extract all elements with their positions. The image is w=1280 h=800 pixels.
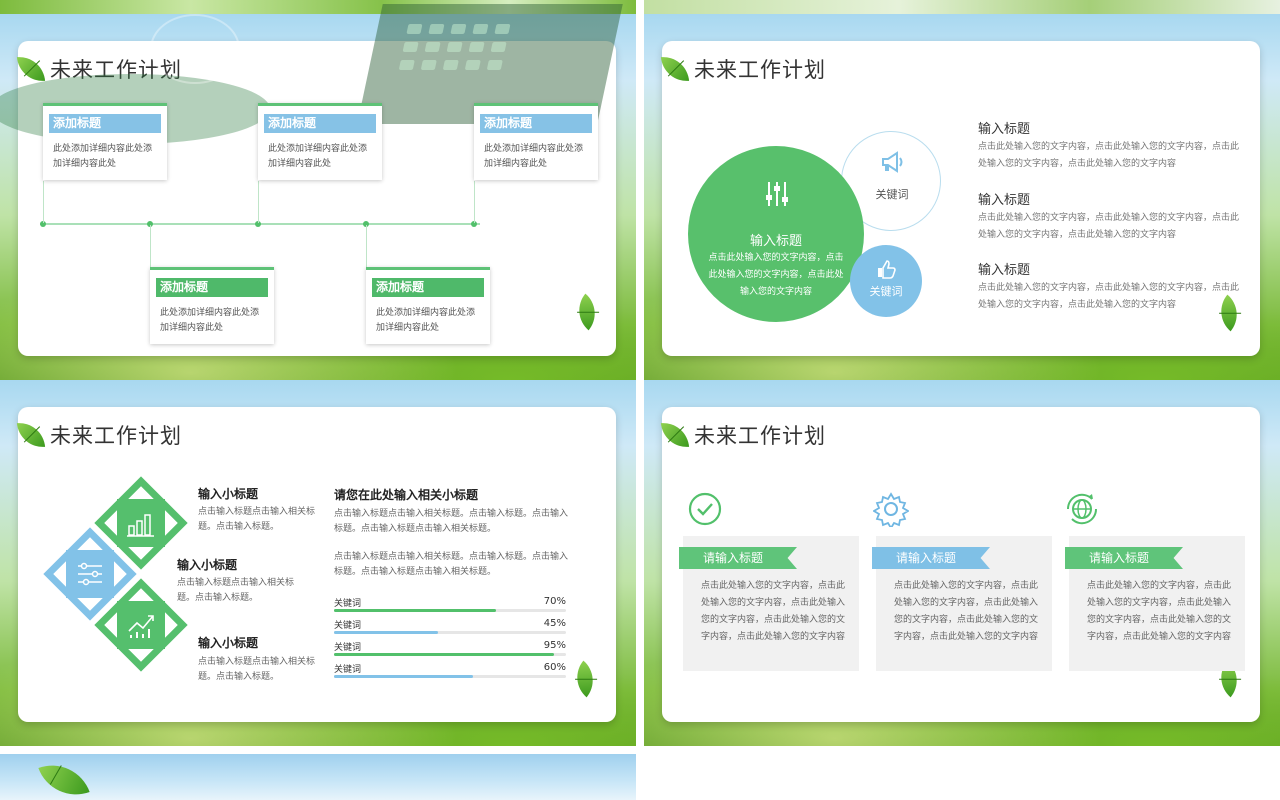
box-text: 此处添加详细内容此处添加详细内容此处 <box>160 308 260 333</box>
slide-grid: 未来工作计划 添加标题 此处添加详细内容此处添加详细内容此处 添加标题 此处添加… <box>0 0 1280 800</box>
progress-track <box>334 653 566 656</box>
timeline-box: 添加标题 此处添加详细内容此处添加详细内容此处 <box>150 267 274 344</box>
card-ribbon: 请输入标题 <box>1065 547 1183 569</box>
timeline-box: 添加标题 此处添加详细内容此处添加详细内容此处 <box>474 103 598 180</box>
text-item: 输入标题 点击此处输入您的文字内容，点击此处输入您的文字内容，点击此处输入您的文… <box>978 259 1242 314</box>
subtitle-text: 点击输入标题点击输入相关标题。点击输入标题。 <box>198 657 316 682</box>
section-paragraph: 点击输入标题点击输入相关标题。点击输入标题。点击输入标题。点击输入标题点击输入相… <box>334 552 569 577</box>
box-text: 此处添加详细内容此处添加详细内容此处 <box>53 144 153 169</box>
progress-row: 关键词 60% <box>334 662 566 675</box>
progress-label: 关键词 <box>334 665 362 675</box>
box-text: 此处添加详细内容此处添加详细内容此处 <box>268 144 368 169</box>
slide-title: 未来工作计划 <box>694 424 826 448</box>
growth-chart-icon <box>128 615 154 638</box>
connector-line <box>366 225 367 269</box>
text-item: 输入标题 点击此处输入您的文字内容，点击此处输入您的文字内容，点击此处输入您的文… <box>978 118 1242 173</box>
item-title: 输入标题 <box>978 122 1031 137</box>
card-ribbon: 请输入标题 <box>679 547 797 569</box>
leaf-icon <box>38 754 90 800</box>
card-text: 点击此处输入您的文字内容，点击此处输入您的文字内容，点击此处输入您的文字内容，点… <box>701 581 846 642</box>
item-text: 点击此处输入您的文字内容，点击此处输入您的文字内容，点击此处输入您的文字内容，点… <box>978 283 1240 310</box>
slide-1-content: 未来工作计划 添加标题 此处添加详细内容此处添加详细内容此处 添加标题 此处添加… <box>0 4 636 380</box>
progress-percent: 45% <box>543 618 566 629</box>
section-paragraph: 点击输入标题点击输入相关标题。点击输入标题。点击输入标题。点击输入标题点击输入相… <box>334 509 569 534</box>
timeline-box: 添加标题 此处添加详细内容此处添加详细内容此处 <box>258 103 382 180</box>
item-text: 点击此处输入您的文字内容，点击此处输入您的文字内容，点击此处输入您的文字内容，点… <box>978 213 1240 240</box>
progress-row: 关键词 70% <box>334 596 566 609</box>
progress-label: 关键词 <box>334 643 362 653</box>
connector-line <box>150 225 151 269</box>
keyword-progress-list: 关键词 70% 关键词 45% 关键词 95% 关键词 60% <box>334 596 566 678</box>
thumbs-up-icon <box>878 260 896 279</box>
progress-track <box>334 631 566 634</box>
item-title: 输入标题 <box>978 193 1031 208</box>
card-text: 点击此处输入您的文字内容，点击此处输入您的文字内容，点击此处输入您的文字内容，点… <box>1087 581 1232 642</box>
sliders-icon <box>78 562 102 586</box>
text-item: 输入标题 点击此处输入您的文字内容，点击此处输入您的文字内容，点击此处输入您的文… <box>978 189 1242 244</box>
progress-percent: 70% <box>543 596 566 607</box>
progress-fill <box>334 675 474 678</box>
box-title: 添加标题 <box>156 278 268 297</box>
card-text: 点击此处输入您的文字内容，点击此处输入您的文字内容，点击此处输入您的文字内容，点… <box>894 581 1039 642</box>
progress-percent: 60% <box>543 662 566 673</box>
progress-fill <box>334 609 497 612</box>
box-text: 此处添加详细内容此处添加详细内容此处 <box>376 308 476 333</box>
keyword-label: 关键词 <box>869 285 903 298</box>
connector-line <box>258 181 259 223</box>
globe-refresh-icon <box>1066 493 1098 525</box>
connector-line <box>474 181 475 223</box>
progress-fill <box>334 653 555 656</box>
check-circle-icon <box>688 492 722 526</box>
progress-row: 关键词 45% <box>334 618 566 631</box>
megaphone-icon <box>882 151 903 173</box>
subtitle-text: 点击输入标题点击输入相关标题。点击输入标题。 <box>198 507 316 532</box>
box-title: 添加标题 <box>264 114 376 133</box>
subtitle-text: 点击输入标题点击输入相关标题。点击输入标题。 <box>177 578 295 603</box>
progress-fill <box>334 631 439 634</box>
main-circle-text: 点击此处输入您的文字内容，点击此处输入您的文字内容，点击此处输入您的文字内容 <box>708 253 844 297</box>
box-title: 添加标题 <box>372 278 484 297</box>
main-circle-title: 输入标题 <box>749 234 802 249</box>
progress-percent: 95% <box>543 640 566 651</box>
keyword-circle: 关键词 <box>850 245 922 317</box>
slide-title: 未来工作计划 <box>50 424 182 448</box>
box-text: 此处添加详细内容此处添加详细内容此处 <box>484 144 584 169</box>
subtitle: 输入小标题 <box>198 636 259 650</box>
section-title: 请您在此处输入相关小标题 <box>334 488 479 502</box>
slide-title: 未来工作计划 <box>694 58 826 82</box>
box-title: 添加标题 <box>480 114 592 133</box>
subtitle: 输入小标题 <box>177 558 238 572</box>
slide-thumbnail-5[interactable] <box>0 754 636 800</box>
timeline-box: 添加标题 此处添加详细内容此处添加详细内容此处 <box>366 267 490 344</box>
progress-track <box>334 609 566 612</box>
box-title: 添加标题 <box>49 114 161 133</box>
gear-icon <box>873 492 909 527</box>
lightbulb-image <box>150 14 240 84</box>
progress-row: 关键词 95% <box>334 640 566 653</box>
item-title: 输入标题 <box>978 263 1031 278</box>
progress-label: 关键词 <box>334 599 362 609</box>
subtitle: 输入小标题 <box>198 487 259 501</box>
sliders-icon <box>766 182 788 206</box>
bar-chart-icon <box>127 514 154 537</box>
card-ribbon: 请输入标题 <box>872 547 990 569</box>
item-text: 点击此处输入您的文字内容，点击此处输入您的文字内容，点击此处输入您的文字内容，点… <box>978 142 1240 169</box>
progress-label: 关键词 <box>334 621 362 631</box>
main-circle: 输入标题 点击此处输入您的文字内容，点击此处输入您的文字内容，点击此处输入您的文… <box>688 146 864 322</box>
connector-line <box>43 181 44 223</box>
slide-top-edge <box>644 0 1280 14</box>
progress-track <box>334 675 566 678</box>
timeline-box: 添加标题 此处添加详细内容此处添加详细内容此处 <box>43 103 167 180</box>
